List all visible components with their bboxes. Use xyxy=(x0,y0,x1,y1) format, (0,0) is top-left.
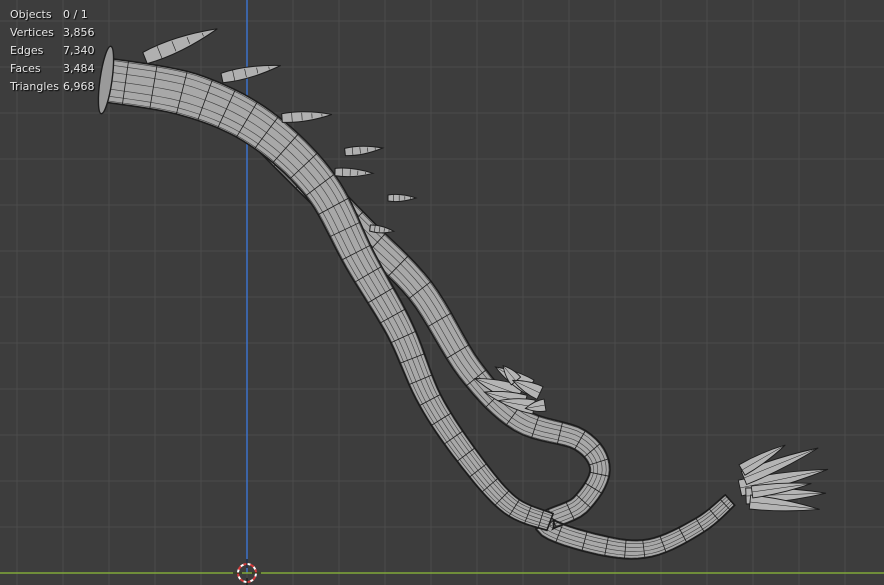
stat-faces-value: 3,484 xyxy=(63,62,95,75)
stat-faces: Faces 3,484 xyxy=(10,60,95,78)
scene-statistics-overlay: Objects 0 / 1 Vertices 3,856 Edges 7,340… xyxy=(10,6,95,96)
stat-objects-value: 0 / 1 xyxy=(63,8,88,21)
viewport-scene[interactable] xyxy=(0,0,884,585)
stat-triangles: Triangles 6,968 xyxy=(10,78,95,96)
stat-objects: Objects 0 / 1 xyxy=(10,6,95,24)
tail-spike[interactable] xyxy=(344,145,385,157)
stat-edges: Edges 7,340 xyxy=(10,42,95,60)
stat-faces-label: Faces xyxy=(10,62,41,75)
tail-spike[interactable] xyxy=(334,167,375,178)
tail-tip-claw[interactable] xyxy=(737,444,829,512)
stat-vertices: Vertices 3,856 xyxy=(10,24,95,42)
stat-vertices-value: 3,856 xyxy=(63,26,95,39)
tail-front-strand[interactable] xyxy=(101,57,555,532)
stat-triangles-label: Triangles xyxy=(10,80,59,93)
3d-viewport[interactable]: Objects 0 / 1 Vertices 3,856 Edges 7,340… xyxy=(0,0,884,585)
tail-spike[interactable] xyxy=(142,28,218,65)
tail-spike[interactable] xyxy=(387,193,418,203)
tail-spike[interactable] xyxy=(220,64,281,84)
tail-spike[interactable] xyxy=(369,224,396,234)
stat-objects-label: Objects xyxy=(10,8,52,21)
stat-edges-label: Edges xyxy=(10,44,44,57)
tail-mesh[interactable] xyxy=(95,28,829,560)
tail-spike[interactable] xyxy=(281,111,333,123)
stat-vertices-label: Vertices xyxy=(10,26,54,39)
stat-triangles-value: 6,968 xyxy=(63,80,95,93)
stat-edges-value: 7,340 xyxy=(63,44,95,57)
